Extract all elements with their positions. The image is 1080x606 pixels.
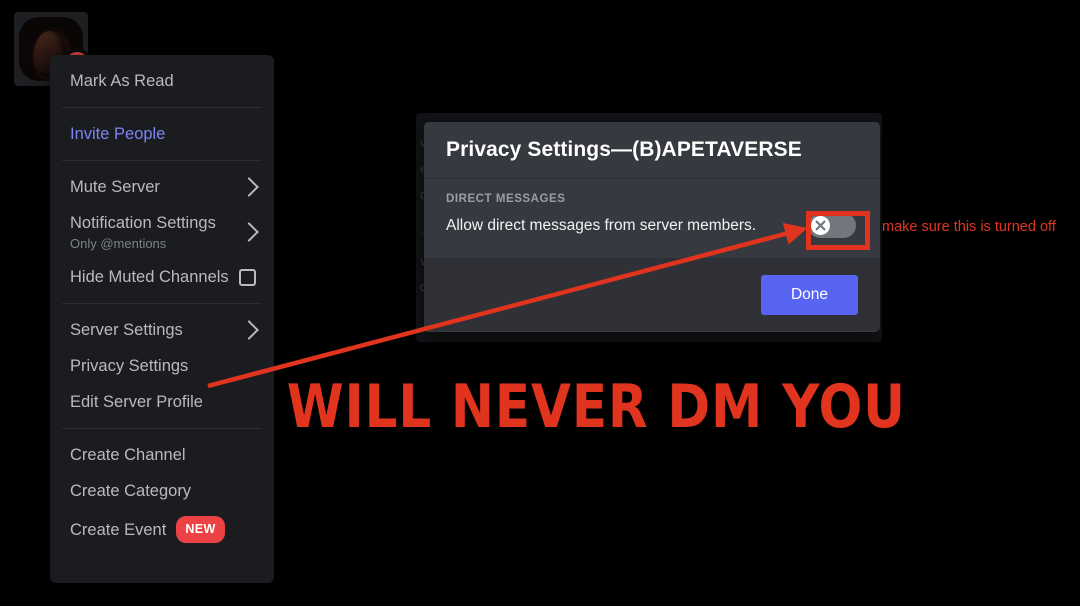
menu-item-sublabel: Only @mentions xyxy=(70,236,167,251)
menu-item-label: Mute Server xyxy=(70,178,160,196)
server-context-menu[interactable]: Mark As Read Invite People Mute Server N… xyxy=(50,55,274,583)
menu-group-server: Server Settings Privacy Settings Edit Se… xyxy=(50,304,274,428)
menu-item-privacy-settings[interactable]: Privacy Settings xyxy=(50,348,274,384)
menu-item-invite-people[interactable]: Invite People xyxy=(50,116,274,152)
menu-item-notification-settings[interactable]: Notification Settings Only @mentions xyxy=(50,205,274,259)
new-badge: NEW xyxy=(176,516,225,543)
menu-item-create-event[interactable]: Create Event NEW xyxy=(50,509,274,550)
modal-footer: Done xyxy=(424,259,880,331)
menu-item-create-category[interactable]: Create Category xyxy=(50,473,274,509)
checkbox-unchecked-icon[interactable] xyxy=(239,268,256,286)
menu-item-mark-as-read[interactable]: Mark As Read xyxy=(50,63,274,99)
chevron-right-icon xyxy=(239,222,259,242)
menu-item-label: Privacy Settings xyxy=(70,357,189,375)
done-button[interactable]: Done xyxy=(760,275,858,315)
direct-messages-setting-label: Allow direct messages from server member… xyxy=(446,216,757,234)
menu-item-label: Create Category xyxy=(70,482,192,500)
menu-item-row: Create Event NEW xyxy=(70,516,225,543)
menu-item-hide-muted-channels[interactable]: Hide Muted Channels xyxy=(50,259,274,295)
menu-item-create-channel[interactable]: Create Channel xyxy=(50,437,274,473)
menu-group-read: Mark As Read xyxy=(50,55,274,107)
menu-item-label: Create Channel xyxy=(70,446,186,464)
toggle-highlight-annotation xyxy=(806,211,870,250)
menu-item-label: Server Settings xyxy=(70,321,183,339)
menu-item-mute-server[interactable]: Mute Server xyxy=(50,169,274,205)
menu-item-text-block: Notification Settings Only @mentions xyxy=(70,212,216,252)
menu-item-label: Hide Muted Channels xyxy=(70,268,229,286)
menu-item-label: Mark As Read xyxy=(70,72,174,90)
annotation-note-text: make sure this is turned off xyxy=(882,219,1056,235)
menu-item-label: Create Event xyxy=(70,520,167,539)
chevron-right-icon xyxy=(239,320,259,340)
menu-group-invite: Invite People xyxy=(50,108,274,160)
menu-item-label: Edit Server Profile xyxy=(70,393,203,411)
menu-item-server-settings[interactable]: Server Settings xyxy=(50,312,274,348)
menu-item-label: Notification Settings xyxy=(70,214,216,232)
section-label-direct-messages: DIRECT MESSAGES xyxy=(446,193,566,205)
menu-group-notifications: Mute Server Notification Settings Only @… xyxy=(50,161,274,303)
chevron-right-icon xyxy=(239,177,259,197)
menu-item-edit-server-profile[interactable]: Edit Server Profile xyxy=(50,384,274,420)
menu-group-create: Create Channel Create Category Create Ev… xyxy=(50,429,274,558)
menu-item-label: Invite People xyxy=(70,125,166,143)
modal-title: Privacy Settings—(B)APETAVERSE xyxy=(446,138,802,161)
modal-header: Privacy Settings—(B)APETAVERSE xyxy=(424,122,880,179)
direct-messages-setting-row: Allow direct messages from server member… xyxy=(446,213,858,238)
